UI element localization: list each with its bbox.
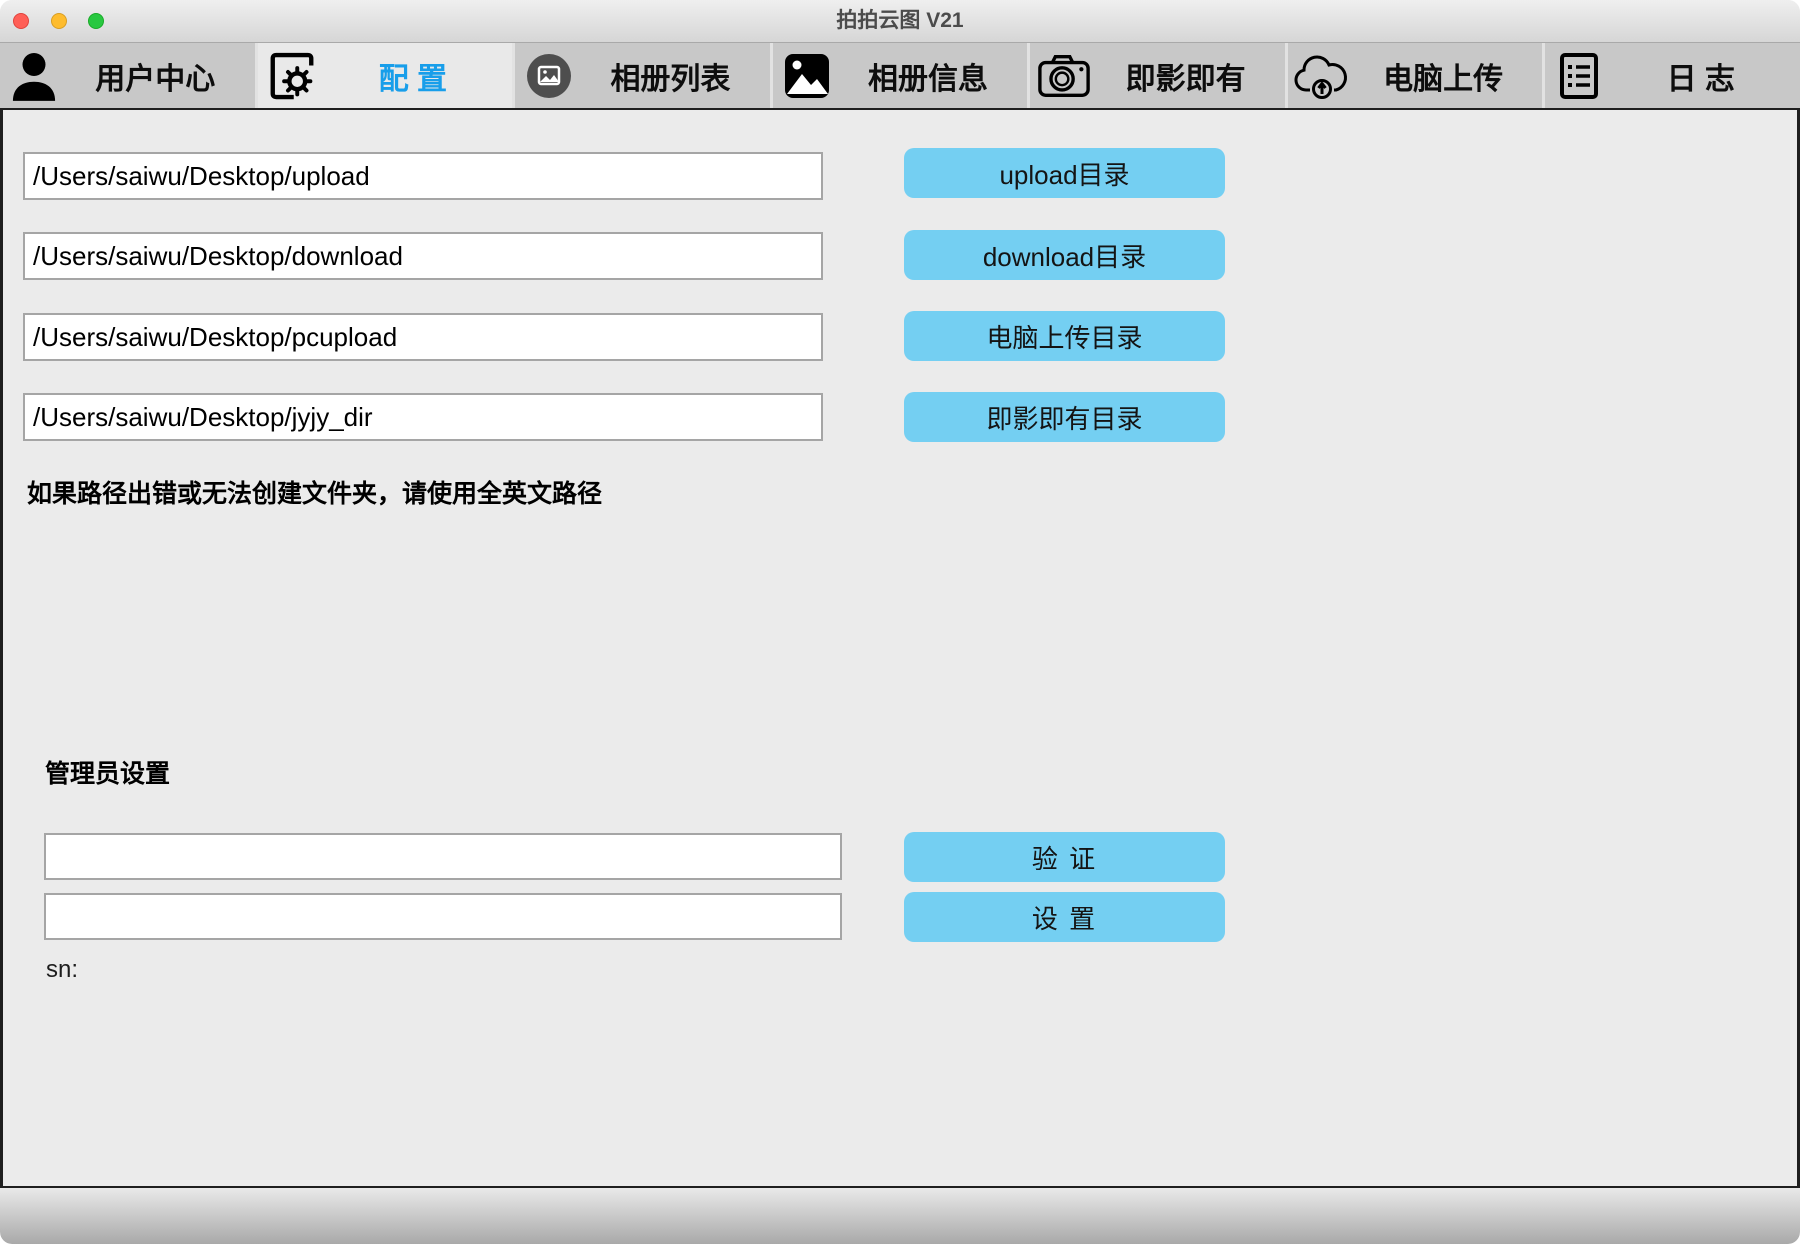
tab-label: 即影即有 (1092, 54, 1285, 98)
photo-circle-icon (521, 46, 577, 106)
tab-label: 用户中心 (62, 54, 255, 98)
tab-pc-upload[interactable]: 电脑上传 (1288, 43, 1543, 108)
tab-log[interactable]: 日 志 (1545, 43, 1800, 108)
set-button[interactable]: 设 置 (904, 892, 1225, 942)
tab-config[interactable]: 配 置 (258, 43, 513, 108)
bottom-bar (0, 1186, 1800, 1244)
tab-album-info[interactable]: 相册信息 (773, 43, 1028, 108)
list-icon (1551, 46, 1607, 106)
verify-button[interactable]: 验 证 (904, 832, 1225, 882)
tab-label: 日 志 (1607, 54, 1800, 98)
app-window: 拍拍云图 V21 用户中心 (0, 0, 1800, 1244)
tab-label: 电脑上传 (1350, 54, 1543, 98)
tab-label: 相册列表 (577, 54, 770, 98)
title-bar: 拍拍云图 V21 (0, 0, 1800, 43)
camera-icon (1036, 46, 1092, 106)
pcupload-dir-input[interactable] (23, 313, 823, 361)
photo-square-icon (779, 46, 835, 106)
tab-label: 相册信息 (835, 54, 1028, 98)
admin-password-input[interactable] (44, 893, 842, 940)
gear-icon (264, 46, 320, 106)
download-dir-button[interactable]: download目录 (904, 230, 1225, 280)
path-hint-text: 如果路径出错或无法创建文件夹，请使用全英文路径 (27, 474, 602, 510)
upload-dir-input[interactable] (23, 152, 823, 200)
config-panel: upload目录 download目录 电脑上传目录 即影即有目录 如果路径出错… (0, 108, 1800, 1188)
pcupload-dir-button[interactable]: 电脑上传目录 (904, 311, 1225, 361)
tab-instant-photo[interactable]: 即影即有 (1030, 43, 1285, 108)
sn-label: sn: (46, 956, 78, 984)
toolbar: 用户中心 配 置 (0, 43, 1800, 108)
user-icon (6, 46, 62, 106)
window-title: 拍拍云图 V21 (0, 0, 1800, 42)
jyjy-dir-input[interactable] (23, 393, 823, 441)
cloud-upload-icon (1294, 46, 1350, 106)
download-dir-input[interactable] (23, 232, 823, 280)
admin-account-input[interactable] (44, 833, 842, 880)
tab-album-list[interactable]: 相册列表 (515, 43, 770, 108)
tab-user-center[interactable]: 用户中心 (0, 43, 255, 108)
jyjy-dir-button[interactable]: 即影即有目录 (904, 392, 1225, 442)
admin-settings-title: 管理员设置 (45, 754, 170, 790)
tab-label: 配 置 (320, 54, 513, 98)
upload-dir-button[interactable]: upload目录 (904, 148, 1225, 198)
